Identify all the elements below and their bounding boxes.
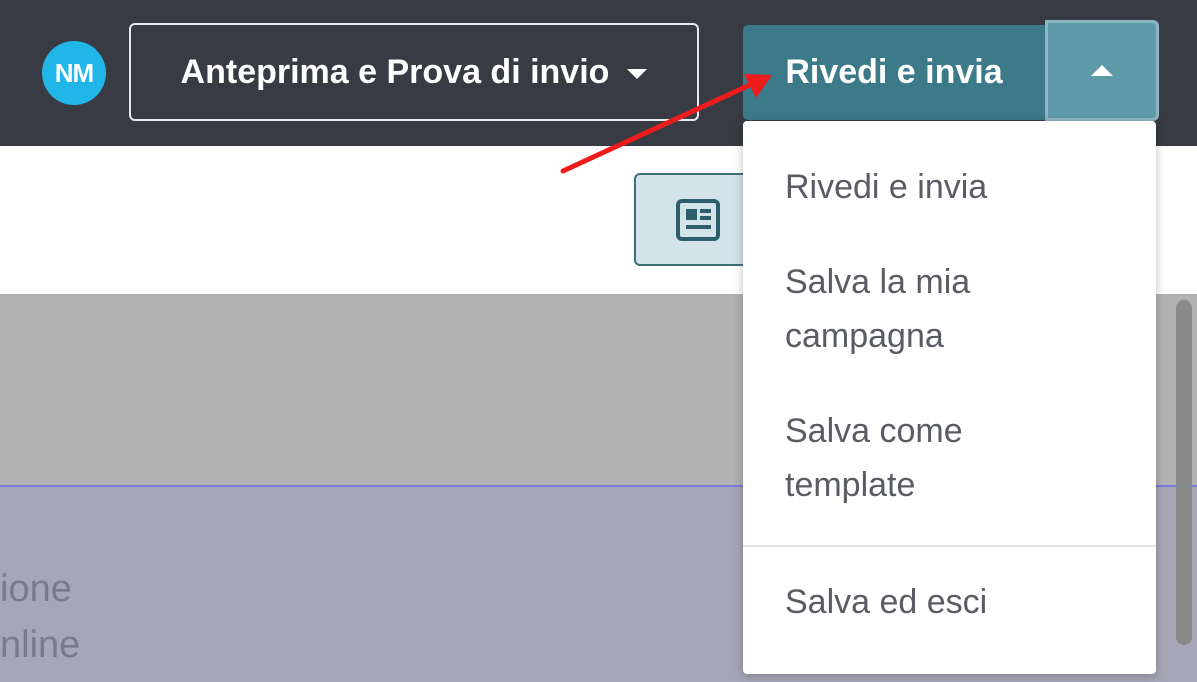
canvas-text-fragment: ione <box>0 568 72 610</box>
menu-item-label: Rivedi e invia <box>785 168 988 206</box>
review-button-label: Rivedi e invia <box>785 53 1003 91</box>
newspaper-icon <box>676 199 720 241</box>
menu-item-save-as-template[interactable]: Salva come template <box>785 404 1125 512</box>
chevron-up-icon <box>1091 65 1113 76</box>
menu-item-label: campagna <box>785 317 944 355</box>
menu-item-label: Salva la mia <box>785 263 971 301</box>
menu-item-save-campaign[interactable]: Salva la mia campagna <box>785 255 1125 363</box>
menu-item-save-and-exit[interactable]: Salva ed esci <box>785 575 1125 629</box>
send-options-dropdown: Rivedi e invia Salva la mia campagna Sal… <box>743 121 1156 674</box>
review-and-send-button[interactable]: Rivedi e invia <box>743 25 1045 120</box>
menu-item-label: template <box>785 466 916 504</box>
menu-item-label: Salva ed esci <box>785 583 988 621</box>
preview-button-label: Anteprima e Prova di invio <box>180 52 610 91</box>
canvas-text-fragment: nline <box>0 624 81 666</box>
chevron-down-icon <box>627 69 648 79</box>
preview-and-test-send-button[interactable]: Anteprima e Prova di invio <box>129 23 699 121</box>
avatar-initials: NM <box>54 57 94 88</box>
scrollbar[interactable] <box>1176 300 1192 645</box>
send-options-toggle-button[interactable] <box>1045 20 1159 121</box>
menu-item-label: Salva come <box>785 412 963 450</box>
avatar[interactable]: NM <box>42 41 106 105</box>
menu-item-review-and-send[interactable]: Rivedi e invia <box>785 160 1125 214</box>
menu-divider <box>743 545 1156 547</box>
